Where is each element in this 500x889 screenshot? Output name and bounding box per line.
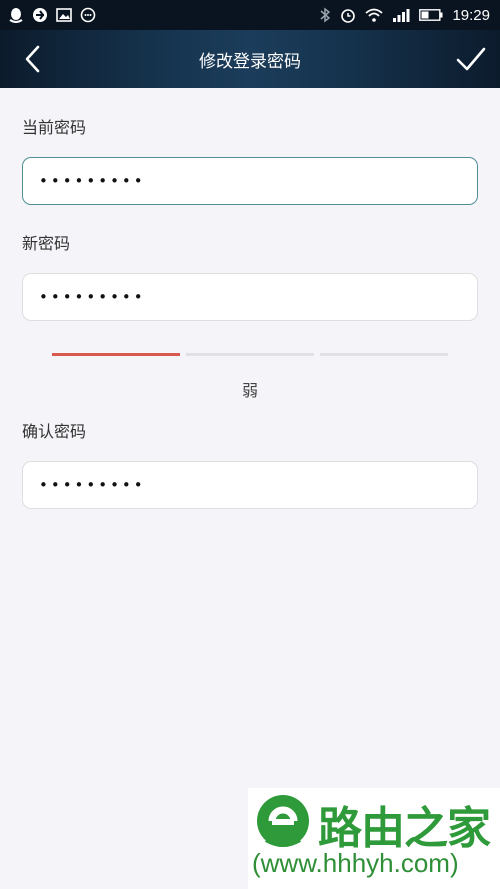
current-password-field-box [22,157,478,205]
checkmark-icon [456,47,486,71]
watermark-url: (www.hhhyh.com) [252,848,459,878]
new-password-input[interactable] [39,288,477,306]
confirm-password-field-box [22,461,478,509]
status-bar-left [8,7,96,23]
status-bar-right: 19:29 [319,7,490,24]
strength-segment-2 [186,353,314,356]
image-icon [56,8,72,22]
confirm-button[interactable] [456,44,486,74]
signal-icon [393,9,410,22]
back-button[interactable] [22,45,44,73]
current-password-input[interactable] [39,172,477,190]
bluetooth-icon [320,7,331,23]
current-password-label: 当前密码 [22,118,87,137]
strength-label: 弱 [241,381,258,400]
new-password-field-box [22,273,478,321]
strength-segment-3 [320,353,448,356]
status-time: 19:29 [452,6,490,24]
confirm-password-input[interactable] [39,476,477,494]
watermark: 路由之家 (www.hhhyh.com) [248,788,500,889]
alarm-icon [341,9,356,23]
qq-icon [9,8,23,23]
new-password-label: 新密码 [22,234,71,253]
page-title: 修改登录密码 [199,51,301,72]
watermark-title: 路由之家 [318,803,491,854]
status-bar: 19:29 [0,0,500,30]
strength-segment-1 [52,353,180,356]
nav-bar: 修改登录密码 [0,30,500,88]
chat-icon [80,7,96,23]
battery-icon [419,9,443,21]
wifi-icon [365,8,384,22]
browser-icon [33,8,47,22]
router-home-logo-icon [257,795,309,847]
confirm-password-label: 确认密码 [22,422,87,441]
back-arrow-icon [25,45,40,73]
